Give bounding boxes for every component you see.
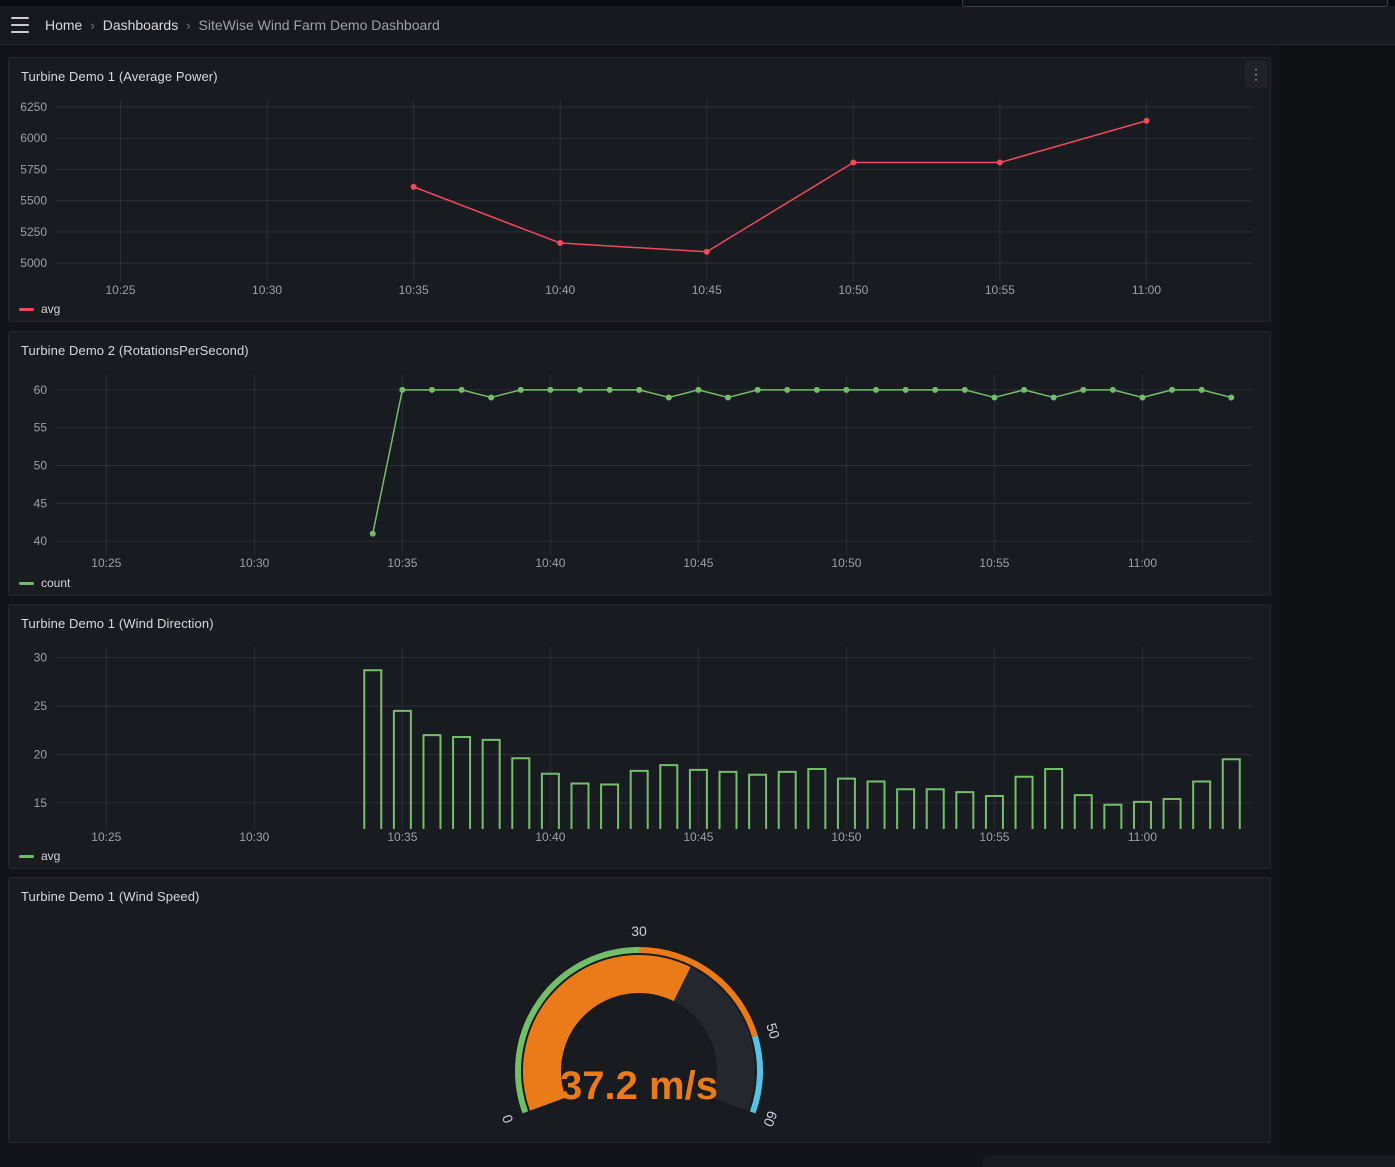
svg-text:11:00: 11:00 [1128, 556, 1157, 570]
svg-text:25: 25 [34, 699, 48, 713]
svg-text:10:50: 10:50 [838, 283, 868, 297]
svg-text:10:50: 10:50 [831, 556, 861, 570]
wind-direction-bar-chart[interactable]: 15 20 25 30 10:25 10:30 10:35 10:40 10:45 10:50 10… [9, 642, 1270, 847]
svg-text:10:40: 10:40 [535, 830, 565, 844]
svg-text:10:50: 10:50 [831, 830, 861, 844]
svg-text:10:45: 10:45 [683, 830, 713, 844]
panel-title[interactable]: Turbine Demo 1 (Wind Direction) [9, 605, 1270, 631]
svg-text:10:35: 10:35 [399, 283, 429, 297]
rotations-per-second-line-chart[interactable]: 40 45 50 55 60 10:25 10:30 10:35 10:40 10:45 10:50… [9, 369, 1270, 574]
panel-average-power: Turbine Demo 1 (Average Power) ⋮ 5000 525… [8, 57, 1271, 322]
svg-text:10:35: 10:35 [387, 556, 417, 570]
chevron-right-icon: › [90, 18, 94, 33]
legend-label: avg [41, 849, 60, 863]
svg-text:10:25: 10:25 [105, 283, 135, 297]
bottom-right-cutoff-element [983, 1155, 1395, 1167]
panel-header: Turbine Demo 1 (Wind Speed) [9, 878, 1270, 915]
panel-header: Turbine Demo 1 (Average Power) ⋮ [9, 58, 1270, 95]
svg-text:10:25: 10:25 [91, 830, 121, 844]
legend-label: count [41, 576, 70, 590]
legend: count [19, 576, 70, 590]
breadcrumb: Home › Dashboards › SiteWise Wind Farm D… [45, 17, 440, 33]
legend-color-dash [19, 855, 34, 858]
svg-text:10:35: 10:35 [387, 830, 417, 844]
svg-text:10:30: 10:30 [252, 283, 282, 297]
panel-wind-direction: Turbine Demo 1 (Wind Direction) 15 20 25 30… [8, 604, 1271, 869]
legend: avg [19, 849, 60, 863]
svg-text:5500: 5500 [20, 194, 47, 208]
svg-text:30: 30 [631, 923, 647, 939]
svg-text:20: 20 [34, 747, 48, 761]
svg-text:5750: 5750 [20, 162, 47, 176]
svg-text:40: 40 [34, 534, 48, 548]
breadcrumb-current-page: SiteWise Wind Farm Demo Dashboard [199, 17, 440, 33]
svg-text:55: 55 [34, 421, 48, 435]
chevron-right-icon: › [186, 18, 190, 33]
svg-text:10:55: 10:55 [979, 830, 1009, 844]
svg-text:10:30: 10:30 [239, 556, 269, 570]
wind-speed-gauge[interactable]: 0 30 50 60 37.2 m/s [9, 915, 1270, 1139]
panel-title[interactable]: Turbine Demo 1 (Wind Speed) [9, 878, 1270, 904]
svg-text:50: 50 [34, 459, 48, 473]
svg-text:5000: 5000 [20, 256, 47, 270]
legend: avg [19, 302, 60, 316]
svg-text:50: 50 [763, 1021, 783, 1041]
svg-text:10:40: 10:40 [535, 556, 565, 570]
menu-toggle-icon[interactable] [11, 17, 31, 33]
average-power-line-chart[interactable]: 5000 5250 5500 5750 6000 6250 10:25 10:30 10:35 1… [9, 95, 1270, 300]
svg-text:15: 15 [34, 796, 48, 810]
top-right-cutoff-element [962, 0, 1388, 7]
legend-item-count[interactable]: count [19, 576, 70, 590]
breadcrumb-home-link[interactable]: Home [45, 17, 82, 33]
panel-title[interactable]: Turbine Demo 2 (RotationsPerSecond) [9, 332, 1270, 358]
svg-text:60: 60 [760, 1109, 780, 1129]
svg-text:30: 30 [34, 651, 48, 665]
top-edge-strip [0, 0, 1395, 6]
panel-rotations-per-second: Turbine Demo 2 (RotationsPerSecond) 40 45… [8, 331, 1271, 596]
legend-item-avg[interactable]: avg [19, 302, 60, 316]
legend-item-avg[interactable]: avg [19, 849, 60, 863]
legend-color-dash [19, 308, 34, 311]
svg-text:6000: 6000 [20, 131, 47, 145]
right-edge-strip [1279, 45, 1395, 1167]
svg-text:10:30: 10:30 [239, 830, 269, 844]
svg-text:10:40: 10:40 [545, 283, 575, 297]
svg-text:10:45: 10:45 [692, 283, 722, 297]
svg-text:11:00: 11:00 [1128, 830, 1157, 844]
svg-text:10:45: 10:45 [683, 556, 713, 570]
panel-wind-speed-gauge: Turbine Demo 1 (Wind Speed) 0 30 50 60 37.2 … [8, 877, 1271, 1143]
panel-title[interactable]: Turbine Demo 1 (Average Power) [9, 58, 1270, 84]
svg-text:0: 0 [499, 1112, 517, 1125]
svg-text:10:25: 10:25 [91, 556, 121, 570]
svg-text:60: 60 [34, 383, 48, 397]
svg-text:45: 45 [34, 496, 48, 510]
svg-text:6250: 6250 [20, 100, 47, 114]
panel-menu-kebab-icon[interactable]: ⋮ [1245, 61, 1267, 88]
svg-text:10:55: 10:55 [979, 556, 1009, 570]
svg-text:10:55: 10:55 [985, 283, 1015, 297]
legend-label: avg [41, 302, 60, 316]
top-navigation-bar: Home › Dashboards › SiteWise Wind Farm D… [0, 6, 1395, 45]
svg-text:5250: 5250 [20, 225, 47, 239]
breadcrumb-dashboards-link[interactable]: Dashboards [103, 17, 179, 33]
svg-text:11:00: 11:00 [1132, 283, 1161, 297]
panel-header: Turbine Demo 1 (Wind Direction) [9, 605, 1270, 642]
legend-color-dash [19, 582, 34, 585]
svg-text:37.2 m/s: 37.2 m/s [560, 1064, 718, 1108]
panel-header: Turbine Demo 2 (RotationsPerSecond) [9, 332, 1270, 369]
